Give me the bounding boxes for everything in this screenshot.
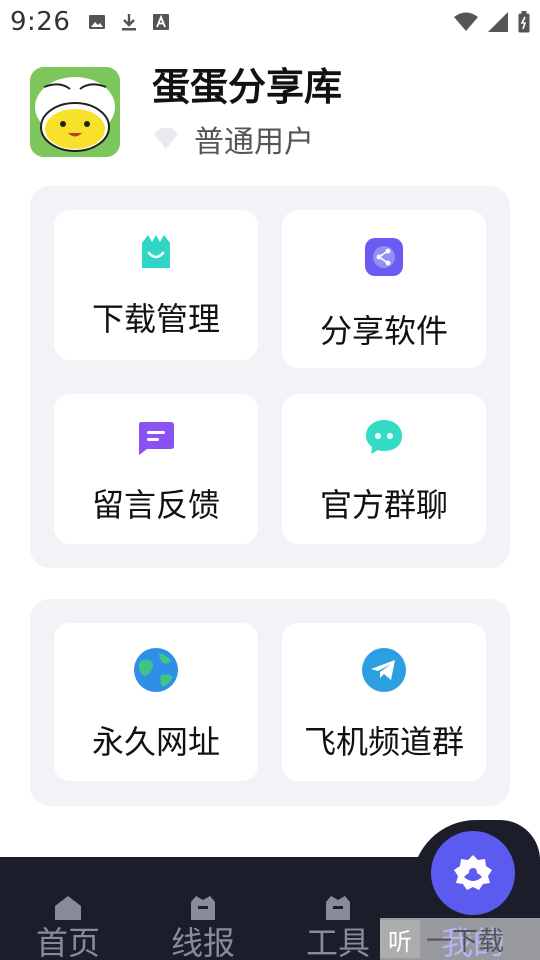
- status-bar: 9:26: [0, 0, 540, 44]
- watermark: 听 一下载: [380, 918, 540, 960]
- globe-icon: [134, 648, 178, 692]
- user-level: 普通用户: [194, 125, 314, 160]
- telegram-channel-tile[interactable]: 飞机频道群: [282, 623, 486, 781]
- nav-item-tools[interactable]: 工具: [288, 880, 388, 960]
- tile-label: 永久网址: [91, 723, 220, 761]
- font-icon: [153, 14, 170, 30]
- profile-header[interactable]: 蛋蛋分享库 普通用户: [30, 65, 510, 160]
- diamond-icon: [154, 128, 178, 149]
- nav-label: 首页: [35, 924, 100, 960]
- nav-item-home[interactable]: 首页: [18, 880, 118, 960]
- nav-label: 工具: [305, 924, 370, 960]
- watermark-logo: 听: [380, 920, 420, 958]
- tile-label: 官方群聊: [319, 486, 448, 524]
- avatar-image: [30, 67, 120, 157]
- share-icon: [365, 238, 403, 276]
- avatar[interactable]: [30, 67, 120, 157]
- nav-item-news[interactable]: 线报: [153, 880, 253, 960]
- status-time: 9:26: [10, 7, 71, 37]
- chat-bubble-icon: [366, 420, 402, 454]
- download-icon: [122, 14, 137, 31]
- home-icon: [55, 896, 81, 920]
- message-icon: [139, 422, 174, 455]
- nav-label: 线报: [170, 924, 235, 960]
- tile-label: 留言反馈: [91, 486, 220, 524]
- status-notifications: [88, 13, 170, 31]
- download-manager-tile[interactable]: 下载管理: [54, 210, 258, 360]
- telegram-icon: [362, 648, 406, 692]
- tile-label: 下载管理: [91, 300, 220, 338]
- tools-icon: [326, 896, 350, 920]
- battery-icon: [518, 11, 530, 33]
- app-name: 蛋蛋分享库: [152, 65, 343, 109]
- watermark-text: 一下载: [426, 926, 505, 957]
- shopping-bag-icon: [142, 235, 170, 268]
- share-software-tile[interactable]: 分享软件: [282, 210, 486, 368]
- permanent-url-tile[interactable]: 永久网址: [54, 623, 258, 781]
- links-panel: 永久网址 飞机频道群: [30, 599, 510, 806]
- feedback-tile[interactable]: 留言反馈: [54, 394, 258, 544]
- wifi-icon: [454, 12, 478, 31]
- tile-label: 飞机频道群: [303, 723, 464, 761]
- signal-icon: [488, 12, 508, 32]
- status-system: [454, 11, 530, 33]
- news-icon: [191, 896, 215, 920]
- tile-label: 分享软件: [319, 312, 448, 350]
- official-group-tile[interactable]: 官方群聊: [282, 394, 486, 544]
- features-panel: 下载管理 分享软件 留言反馈 官方群聊: [30, 186, 510, 568]
- gallery-icon: [89, 15, 106, 29]
